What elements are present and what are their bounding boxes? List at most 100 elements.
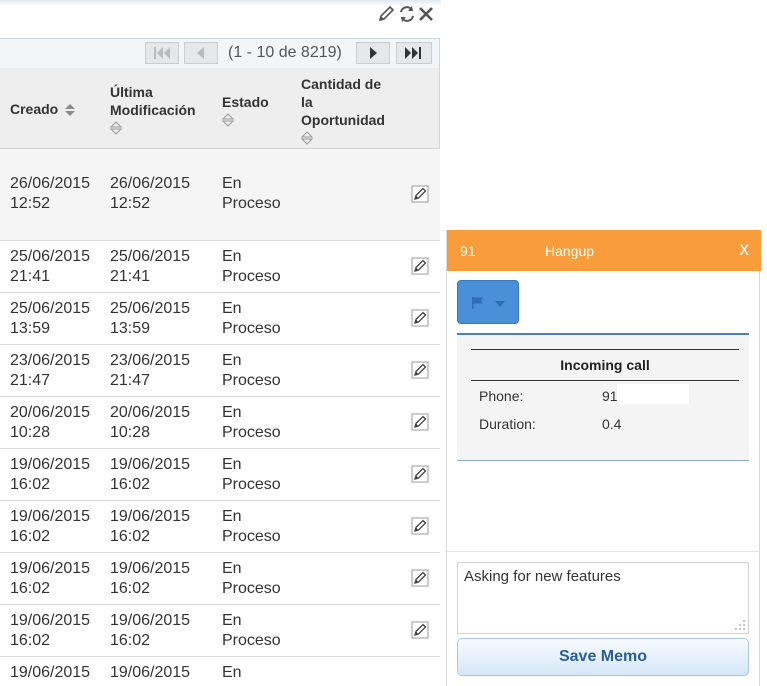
edit-icon[interactable]: [411, 465, 429, 483]
cell-created: 25/06/2015 21:41: [10, 248, 91, 285]
flag-dropdown-button[interactable]: [457, 280, 519, 324]
sort-icon[interactable]: [110, 121, 122, 135]
table-row[interactable]: 19/06/2015 16:02 19/06/2015 16:02 En Proces…: [0, 605, 440, 657]
sort-icon[interactable]: [222, 113, 234, 127]
duration-label: Duration:: [479, 416, 536, 432]
edit-icon[interactable]: [377, 4, 395, 24]
cell-modified: 23/06/2015 21:47: [110, 352, 191, 389]
table-row[interactable]: 26/06/2015 12:52 26/06/2015 12:52 En Proces…: [0, 149, 440, 241]
cell-status: En Proceso: [222, 560, 281, 597]
memo-textarea[interactable]: Asking for new features: [457, 562, 749, 634]
opportunity-list-panel: (1 - 10 de 8219) Creado Última Modificac…: [0, 0, 441, 686]
column-header-amount[interactable]: Cantidad de la Oportunidad: [301, 75, 401, 145]
call-header: 91 Hangup x: [447, 230, 761, 271]
cell-modified: 25/06/2015 13:59: [110, 300, 191, 337]
cell-modified: 26/06/2015 12:52: [110, 175, 191, 212]
table-header: Creado Última Modificación Estado Cantid…: [0, 68, 440, 149]
cell-created: 23/06/2015 21:47: [10, 352, 91, 389]
cell-status: En Proceso: [222, 352, 281, 389]
cell-created: 19/06/2015 16:02: [10, 612, 91, 649]
cell-created: 20/06/2015 10:28: [10, 404, 91, 441]
column-header-label: la: [301, 94, 313, 110]
column-header-label: Oportunidad: [301, 112, 385, 128]
cell-modified: 19/06/2015 16:02: [110, 560, 191, 597]
chevron-down-icon: [495, 301, 505, 307]
cell-created: 25/06/2015 13:59: [10, 300, 91, 337]
cell-modified: 20/06/2015 10:28: [110, 404, 191, 441]
cell-modified: 19/06/2015 16:02: [110, 456, 191, 493]
first-page-icon: [154, 47, 170, 59]
redacted-phone-mask: [617, 384, 689, 404]
cell-status: En Proceso: [222, 175, 281, 212]
close-button[interactable]: x: [740, 240, 750, 260]
close-icon[interactable]: [417, 4, 435, 24]
cell-created: 19/06/2015: [10, 664, 91, 681]
duration-value: 0.4: [602, 416, 622, 432]
table-row[interactable]: 19/06/2015 16:02 19/06/2015 16:02 En Proces…: [0, 449, 440, 501]
column-header-label: Cantidad de: [301, 76, 382, 92]
hangup-button[interactable]: Hangup: [545, 243, 594, 259]
caller-number: 91: [460, 243, 476, 259]
edit-icon[interactable]: [411, 309, 429, 327]
column-header-created[interactable]: Creado: [10, 100, 76, 118]
edit-icon[interactable]: [411, 569, 429, 587]
previous-page-icon: [197, 47, 204, 59]
table-row[interactable]: 19/06/2015 19/06/2015 En: [0, 657, 440, 686]
refresh-icon[interactable]: [397, 4, 415, 24]
last-page-button[interactable]: [396, 42, 432, 64]
cell-created: 19/06/2015 16:02: [10, 508, 91, 545]
edit-icon[interactable]: [411, 517, 429, 535]
panel-top-strip: [0, 0, 441, 6]
edit-icon[interactable]: [411, 257, 429, 275]
flag-icon: [472, 297, 483, 309]
divider: [447, 551, 759, 552]
cell-status: En Proceso: [222, 456, 281, 493]
sort-icon[interactable]: [64, 103, 76, 117]
last-page-icon: [405, 47, 421, 59]
call-info-box: Incoming call Phone: 91 Duration: 0.4: [457, 333, 749, 461]
phone-label: Phone:: [479, 388, 524, 404]
cell-status: En Proceso: [222, 300, 281, 337]
sort-icon[interactable]: [301, 131, 313, 145]
resize-grip-icon[interactable]: [734, 619, 746, 631]
call-info-title: Incoming call: [471, 349, 739, 381]
phone-value: 91: [602, 388, 618, 404]
call-popup: 91 Hangup x Incoming call Phone: 91 Dura…: [446, 230, 761, 686]
cell-modified: 19/06/2015 16:02: [110, 508, 191, 545]
cell-status: En Proceso: [222, 612, 281, 649]
cell-status: En Proceso: [222, 248, 281, 285]
column-header-status[interactable]: Estado: [222, 93, 269, 127]
table-row[interactable]: 20/06/2015 10:28 20/06/2015 10:28 En Proces…: [0, 397, 440, 449]
edit-icon[interactable]: [411, 621, 429, 639]
cell-created: 19/06/2015 16:02: [10, 456, 91, 493]
edit-icon[interactable]: [411, 413, 429, 431]
save-memo-button[interactable]: Save Memo: [457, 638, 749, 676]
table-row[interactable]: 25/06/2015 13:59 25/06/2015 13:59 En Proces…: [0, 293, 440, 345]
previous-page-button[interactable]: [184, 42, 218, 64]
table-row[interactable]: 23/06/2015 21:47 23/06/2015 21:47 En Proces…: [0, 345, 440, 397]
cell-modified: 19/06/2015 16:02: [110, 612, 191, 649]
edit-icon[interactable]: [411, 361, 429, 379]
memo-text: Asking for new features: [464, 568, 621, 585]
table-row[interactable]: 19/06/2015 16:02 19/06/2015 16:02 En Proces…: [0, 553, 440, 605]
next-page-icon: [370, 47, 377, 59]
table-body: 26/06/2015 12:52 26/06/2015 12:52 En Proces…: [0, 149, 440, 686]
table-row[interactable]: 19/06/2015 16:02 19/06/2015 16:02 En Proces…: [0, 501, 440, 553]
column-header-modified[interactable]: Última Modificación: [110, 83, 196, 135]
first-page-button[interactable]: [145, 42, 179, 64]
column-header-label: Última: [110, 84, 153, 100]
cell-status: En: [222, 664, 242, 681]
cell-created: 19/06/2015 16:02: [10, 560, 91, 597]
table-row[interactable]: 25/06/2015 21:41 25/06/2015 21:41 En Proces…: [0, 241, 440, 293]
column-header-label: Estado: [222, 94, 269, 110]
cell-status: En Proceso: [222, 404, 281, 441]
cell-modified: 25/06/2015 21:41: [110, 248, 191, 285]
page-info: (1 - 10 de 8219): [228, 44, 342, 61]
cell-status: En Proceso: [222, 508, 281, 545]
cell-created: 26/06/2015 12:52: [10, 175, 91, 212]
column-header-label: Creado: [10, 101, 59, 117]
pagination-bar: (1 - 10 de 8219): [0, 38, 440, 68]
next-page-button[interactable]: [356, 42, 390, 64]
window-tools: [377, 4, 435, 24]
edit-icon[interactable]: [411, 185, 429, 203]
